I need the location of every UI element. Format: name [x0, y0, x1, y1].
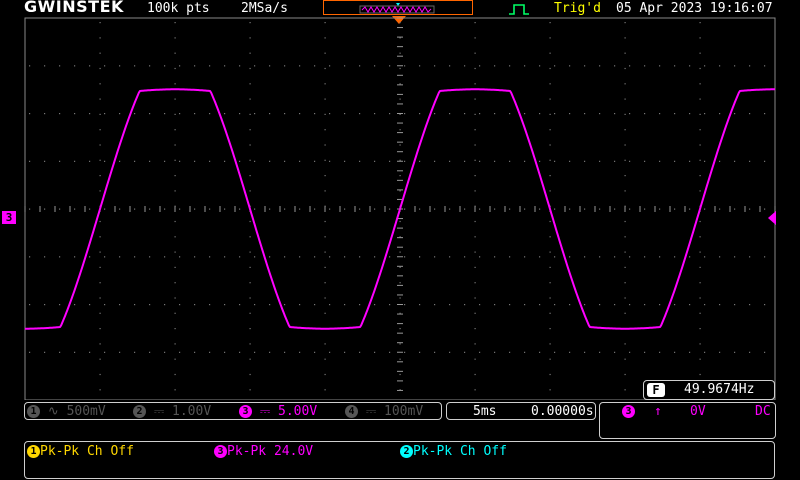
measurement-1-text: Pk-Pk Ch Off — [40, 444, 134, 459]
ch1-scale: 500mV — [66, 404, 106, 419]
ch3-ground-marker[interactable]: 3 — [2, 211, 16, 224]
ch3-number: 3 — [239, 405, 252, 418]
measurement-3-channel: 2 — [400, 445, 413, 458]
ch1-number: 1 — [27, 405, 40, 418]
frequency-value: 49.9674Hz — [684, 382, 755, 397]
ch1-setting[interactable]: 1 ∿ 500mV — [27, 404, 106, 419]
ac-coupling-icon: ∿ — [47, 404, 59, 419]
ch4-scale: 100mV — [384, 404, 424, 419]
measurement-1-channel: 1 — [27, 445, 40, 458]
horizontal-position: 0.00000s — [531, 404, 594, 419]
ch2-scale: 1.00V — [172, 404, 212, 419]
measurement-1[interactable]: 1 Pk-Pk Ch Off — [27, 444, 134, 460]
ch4-number: 4 — [345, 405, 358, 418]
trigger-level-marker-icon[interactable] — [766, 211, 776, 225]
measurement-bar: 1 Pk-Pk Ch Off 3 Pk-Pk 24.0V 2 Pk-Pk Ch Off — [24, 441, 775, 479]
rising-edge-icon: ↑ — [654, 404, 662, 419]
ch2-setting[interactable]: 2 ⎓ 1.00V — [133, 404, 211, 419]
measurement-2[interactable]: 3 Pk-Pk 24.0V — [214, 444, 313, 460]
measurement-2-text: Pk-Pk 24.0V — [227, 444, 314, 459]
ch3-setting[interactable]: 3 ⎓ 5.00V — [239, 404, 317, 419]
measurement-3-text: Pk-Pk Ch Off — [413, 444, 507, 459]
frequency-label: F — [647, 383, 665, 397]
timebase-scale: 5ms — [473, 404, 497, 419]
ch4-setting[interactable]: 4 ⎓ 100mV — [345, 404, 423, 419]
ch3-trace — [25, 88, 775, 330]
trigger-level: 0V — [690, 404, 706, 419]
dc-coupling-icon: ⎓ — [153, 404, 165, 419]
measurement-2-channel: 3 — [214, 445, 227, 458]
channel-settings-bar: 1 ∿ 500mV 2 ⎓ 1.00V 3 ⎓ 5.00V 4 ⎓ 100mV — [24, 402, 442, 420]
dc-coupling-icon: ⎓ — [259, 404, 271, 419]
ch3-scale: 5.00V — [278, 404, 318, 419]
waveform-display — [24, 17, 776, 400]
trigger-settings-panel[interactable]: 3 ↑ 0V DC — [599, 402, 776, 439]
frequency-panel: F 49.9674Hz — [643, 380, 775, 400]
ch2-number: 2 — [133, 405, 146, 418]
trigger-coupling: DC — [755, 404, 771, 419]
dc-coupling-icon: ⎓ — [365, 404, 377, 419]
trigger-source: 3 — [622, 405, 635, 418]
timebase-panel[interactable]: 5ms 0.00000s — [446, 402, 596, 420]
measurement-3[interactable]: 2 Pk-Pk Ch Off — [400, 444, 507, 460]
